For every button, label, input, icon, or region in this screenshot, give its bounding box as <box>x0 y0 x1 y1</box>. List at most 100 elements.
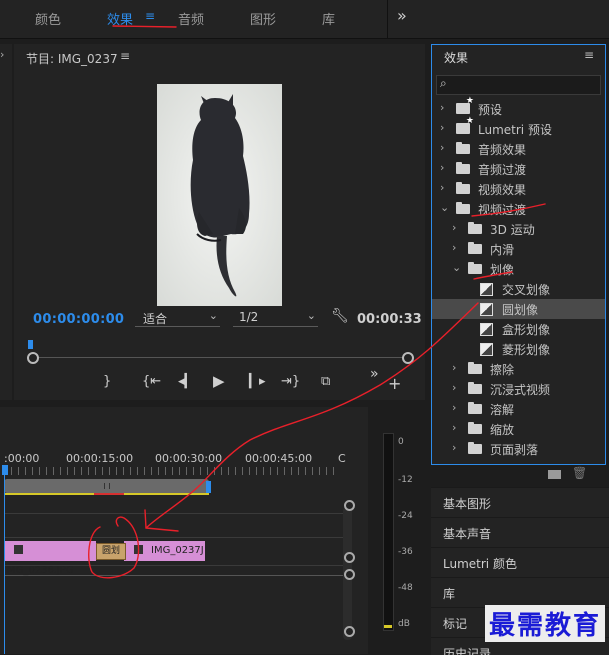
chevron-right-icon[interactable]: › <box>452 241 456 254</box>
divider <box>387 0 388 38</box>
export-frame-icon[interactable]: ⧉ <box>321 374 330 389</box>
audio-meters: 0 -12 -24 -36 -48 dB <box>372 407 426 654</box>
tab-libraries[interactable]: 库 <box>322 9 335 28</box>
effects-folder[interactable]: › 音频效果 <box>432 139 605 159</box>
effect-item[interactable]: 盒形划像 <box>432 319 605 339</box>
panel-lumetri-color[interactable]: Lumetri 颜色 <box>431 547 609 577</box>
playhead-marker[interactable] <box>28 340 33 349</box>
folder-icon <box>468 402 482 414</box>
folder-icon <box>468 262 482 274</box>
effects-item-label: 页面剥落 <box>490 443 539 457</box>
effects-panel: 效果 ≡ ⌕ › 预设 › Lumetri 预设 › 音频效果 › 音频过渡 › 视频效果 ⌄ 视频过… <box>431 44 606 480</box>
collapsed-panel-strip[interactable]: › <box>0 44 12 400</box>
effect-item[interactable]: 交叉划像 <box>432 279 605 299</box>
mark-out-icon[interactable]: } <box>103 374 111 389</box>
scrub-end-handle[interactable] <box>402 352 414 364</box>
ruler-label: :00:00 <box>4 452 40 465</box>
effects-folder[interactable]: › 沉浸式视频 <box>432 379 605 399</box>
panel-essential-sound[interactable]: 基本声音 <box>431 517 609 547</box>
monitor-scrub-bar[interactable] <box>31 357 409 358</box>
effects-folder[interactable]: › 擦除 <box>432 359 605 379</box>
go-to-in-icon[interactable]: {⇤ <box>142 374 161 389</box>
add-button-icon[interactable]: + <box>388 374 401 393</box>
effects-folder[interactable]: › 视频效果 <box>432 179 605 199</box>
chevron-down-icon[interactable]: ⌄ <box>440 201 449 214</box>
effects-item-label: 视频过渡 <box>478 203 527 217</box>
new-bin-icon[interactable] <box>548 470 561 479</box>
chevron-right-icon[interactable]: › <box>452 421 456 434</box>
scroll-handle[interactable] <box>344 500 355 511</box>
monitor-menu-icon[interactable]: ≡ <box>120 49 130 63</box>
fit-dropdown[interactable]: 适合 ⌄ <box>135 309 220 327</box>
effects-folder[interactable]: ⌄ 划像 <box>432 259 605 279</box>
effects-search-input[interactable]: ⌕ <box>436 75 601 95</box>
monitor-title[interactable]: 节目: IMG_0237 <box>26 50 118 67</box>
fit-dropdown-value: 适合 <box>143 312 168 326</box>
wrench-icon[interactable]: 🔧︎ <box>331 308 349 324</box>
resolution-dropdown[interactable]: 1/2 ⌄ <box>233 309 318 327</box>
effects-folder[interactable]: › 内滑 <box>432 239 605 259</box>
tab-audio[interactable]: 音频 <box>178 9 204 28</box>
step-back-icon[interactable]: ◂▎ <box>178 374 195 389</box>
folder-icon <box>456 162 470 174</box>
scrub-start-handle[interactable] <box>27 352 39 364</box>
play-icon[interactable]: ▶ <box>213 372 225 390</box>
effects-menu-icon[interactable]: ≡ <box>584 48 594 62</box>
clip-label: IMG_0237J <box>151 545 204 556</box>
chevron-right-icon[interactable]: › <box>440 161 444 174</box>
tab-menu-icon[interactable]: ≡ <box>145 9 155 23</box>
timeline-playhead[interactable] <box>4 471 5 654</box>
panel-essential-graphics[interactable]: 基本图形 <box>431 487 609 517</box>
more-controls-icon[interactable]: » <box>370 366 379 382</box>
effects-item-label: 音频效果 <box>478 143 527 157</box>
step-forward-icon[interactable]: ▎▸ <box>249 374 266 389</box>
chevron-right-icon[interactable]: › <box>440 101 444 114</box>
effects-item-label: 溶解 <box>490 403 515 417</box>
transition-iris-round[interactable]: 圆划 <box>96 543 126 560</box>
chevron-right-icon[interactable]: › <box>440 121 444 134</box>
current-timecode[interactable]: 00:00:00:00 <box>33 312 124 327</box>
tab-color[interactable]: 颜色 <box>35 9 61 28</box>
scroll-handle[interactable] <box>344 569 355 580</box>
effects-folder[interactable]: › 3D 运动 <box>432 219 605 239</box>
clip-img-0237[interactable]: IMG_0237J <box>124 541 205 561</box>
effects-title[interactable]: 效果 <box>444 49 468 66</box>
chevron-right-icon[interactable]: › <box>452 381 456 394</box>
tab-graphics[interactable]: 图形 <box>250 9 276 28</box>
scroll-handle[interactable] <box>344 552 355 563</box>
chevron-right-icon[interactable]: › <box>440 181 444 194</box>
effects-folder[interactable]: › 溶解 <box>432 399 605 419</box>
tab-effects[interactable]: 效果 <box>107 9 133 28</box>
chevron-right-icon[interactable]: › <box>440 141 444 154</box>
chevron-right-icon[interactable]: › <box>452 221 456 234</box>
time-ruler[interactable] <box>4 467 340 475</box>
effects-folder[interactable]: › 预设 <box>432 96 605 119</box>
panel-libraries[interactable]: 库 <box>431 577 609 607</box>
clip-img-0236[interactable]: IMG_0236.JPG <box>4 541 96 576</box>
chevron-down-icon[interactable]: ⌄ <box>452 261 461 274</box>
effects-item-label: 视频效果 <box>478 183 527 197</box>
ruler-label: 00:00:15:00 <box>66 452 134 465</box>
ruler-label: C <box>338 452 346 465</box>
trash-icon[interactable]: 🗑︎ <box>572 466 587 480</box>
transition-effect-icon <box>480 323 493 336</box>
effect-item[interactable]: 圆划像 <box>432 299 605 319</box>
scroll-handle[interactable] <box>344 626 355 637</box>
more-workspaces-icon[interactable]: » <box>397 6 407 25</box>
chevron-right-icon[interactable]: › <box>452 401 456 414</box>
effects-folder[interactable]: › 音频过渡 <box>432 159 605 179</box>
go-to-out-icon[interactable]: ⇥} <box>281 374 300 389</box>
chevron-right-icon[interactable]: › <box>452 441 456 454</box>
meter-peak <box>384 625 392 628</box>
work-area-end-handle[interactable] <box>206 481 211 493</box>
chevron-down-icon: ⌄ <box>306 309 316 322</box>
expand-chevron-icon[interactable]: › <box>0 48 4 61</box>
effects-folder[interactable]: › 缩放 <box>432 419 605 439</box>
timeline-playhead-handle[interactable] <box>2 465 8 475</box>
effects-folder[interactable]: › Lumetri 预设 <box>432 116 605 139</box>
chevron-right-icon[interactable]: › <box>452 361 456 374</box>
folder-icon <box>468 422 482 434</box>
effects-folder[interactable]: › 页面剥落 <box>432 439 605 459</box>
effects-folder[interactable]: ⌄ 视频过渡 <box>432 199 605 219</box>
effect-item[interactable]: 菱形划像 <box>432 339 605 359</box>
